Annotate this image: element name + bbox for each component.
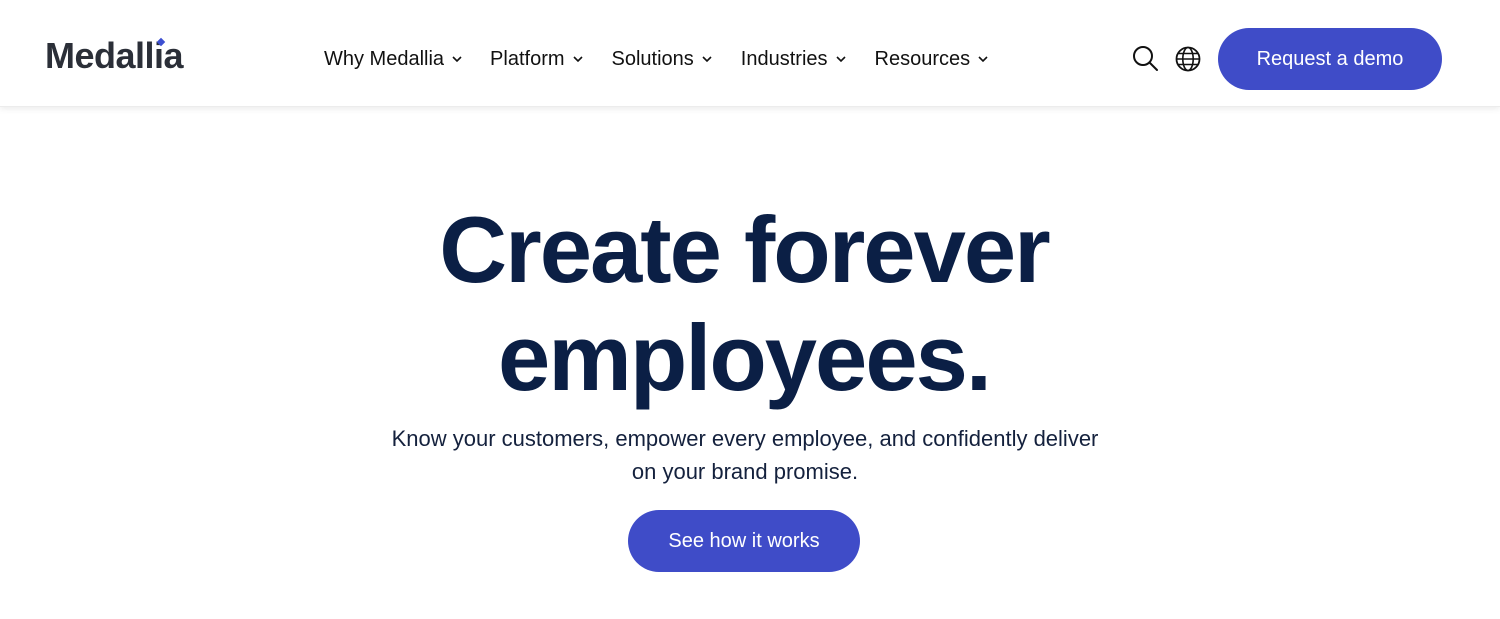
nav-item-solutions[interactable]: Solutions	[611, 47, 712, 71]
nav-item-why-medallia[interactable]: Why Medallia	[324, 47, 462, 71]
search-icon[interactable]	[1131, 44, 1161, 74]
site-header: Medallia Why Medallia Platform Solutions…	[0, 0, 1500, 107]
hero-title-line-2: employees.	[497, 305, 992, 410]
hero-subtitle-line-1: Know your customers, empower every emplo…	[391, 426, 1099, 451]
request-demo-button[interactable]: Request a demo	[1218, 28, 1442, 90]
chevron-down-icon	[835, 55, 846, 63]
nav-item-industries[interactable]: Industries	[740, 47, 846, 71]
medallia-logo[interactable]: Medallia	[45, 36, 184, 76]
nav-item-platform[interactable]: Platform	[490, 47, 583, 71]
chevron-down-icon	[978, 55, 988, 63]
hero-title: Create forever employees.	[250, 196, 1238, 412]
main-nav: Why Medallia Platform Solutions Industri…	[324, 44, 988, 74]
nav-item-label: Solutions	[611, 47, 694, 70]
chevron-down-icon	[572, 55, 583, 63]
nav-item-label: Platform	[490, 47, 565, 70]
see-how-it-works-button[interactable]: See how it works	[628, 510, 860, 572]
nav-item-label: Why Medallia	[324, 47, 445, 70]
nav-item-resources[interactable]: Resources	[874, 47, 988, 71]
globe-icon[interactable]	[1174, 45, 1204, 75]
hero-subtitle: Know your customers, empower every emplo…	[345, 422, 1145, 488]
nav-item-label: Resources	[874, 47, 971, 70]
hero-subtitle-line-2: on your brand promise.	[631, 459, 859, 484]
chevron-down-icon	[452, 55, 462, 63]
nav-item-label: Industries	[740, 47, 828, 70]
chevron-down-icon	[702, 55, 712, 63]
hero-title-line-1: Create forever	[439, 197, 1050, 302]
